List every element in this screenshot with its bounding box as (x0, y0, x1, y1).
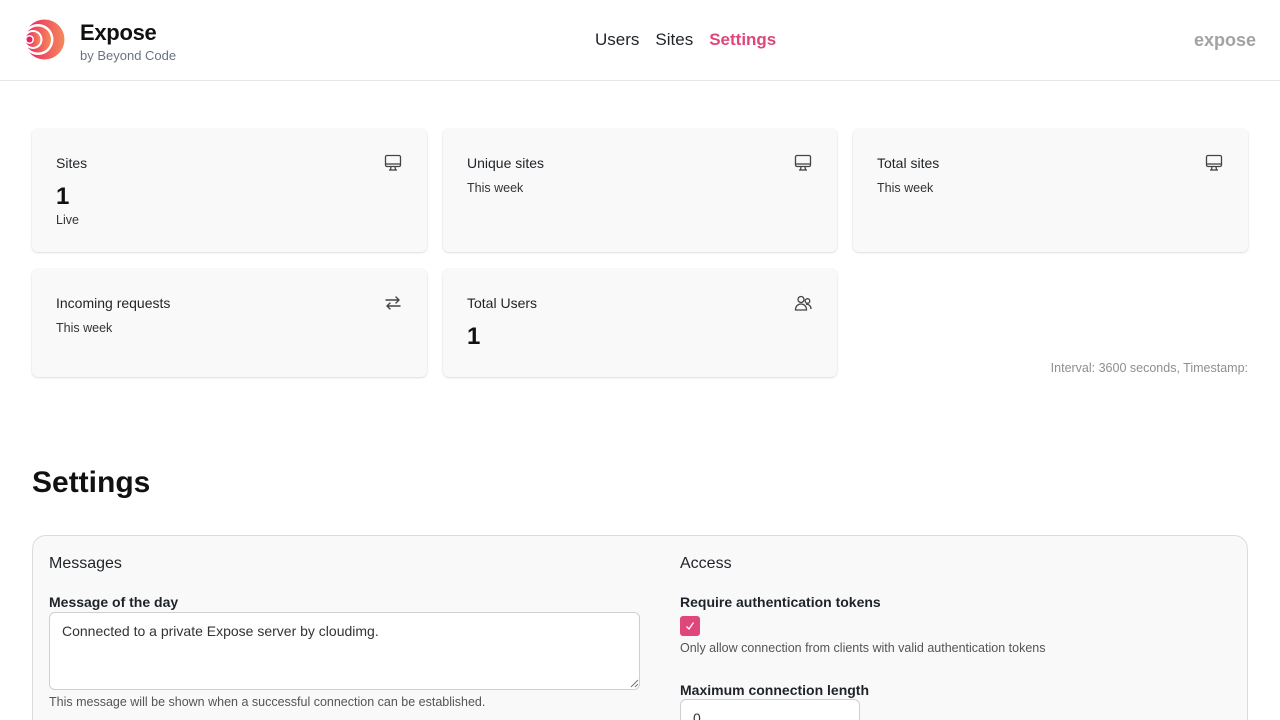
stat-card-total-sites: Total sites This week (853, 129, 1248, 252)
checkmark-icon (686, 622, 695, 631)
interval-timestamp-text: Interval: 3600 seconds, Timestamp: (1050, 361, 1248, 375)
arrows-exchange-icon (385, 296, 401, 310)
stat-title: Incoming requests (56, 295, 171, 311)
nav-users-link[interactable]: Users (595, 30, 639, 50)
stat-subtitle: This week (877, 181, 934, 195)
motd-help-text: This message will be shown when a succes… (49, 695, 486, 709)
expose-logo-icon[interactable] (24, 19, 65, 60)
nav-sites-link[interactable]: Sites (655, 30, 693, 50)
auth-tokens-help-text: Only allow connection from clients with … (680, 641, 1046, 655)
stat-card-total-users: Total Users 1 (443, 269, 837, 377)
brand-subtitle: by Beyond Code (80, 48, 177, 63)
max-connection-length-label: Maximum connection length (680, 682, 870, 698)
main-nav: Users Sites Settings (595, 30, 776, 50)
auth-tokens-checkbox[interactable] (680, 616, 700, 636)
page-title: Settings (32, 466, 151, 499)
access-section-title: Access (680, 555, 732, 572)
messages-section-title: Messages (49, 555, 122, 572)
top-header: Expose by Beyond Code Users Sites Settin… (0, 0, 1280, 81)
stat-card-unique-sites: Unique sites This week (443, 129, 837, 252)
settings-panel: Messages Message of the day Connected to… (32, 535, 1248, 720)
stat-value: 1 (467, 323, 481, 350)
stat-title: Unique sites (467, 155, 545, 171)
stat-card-sites: Sites 1 Live (32, 129, 427, 252)
monitor-icon (794, 154, 812, 171)
motd-label: Message of the day (49, 594, 179, 610)
stat-title: Total sites (877, 155, 940, 171)
stat-subtitle: This week (56, 321, 113, 335)
stat-subtitle: This week (467, 181, 524, 195)
stat-title: Total Users (467, 295, 538, 311)
brand-title: Expose (80, 20, 157, 45)
auth-tokens-label: Require authentication tokens (680, 594, 881, 610)
resize-handle-icon[interactable] (630, 679, 639, 688)
max-connection-length-input[interactable]: 0 (680, 699, 860, 720)
stat-value: 1 (56, 183, 70, 210)
stat-card-incoming-requests: Incoming requests This week (32, 269, 427, 377)
motd-textarea[interactable]: Connected to a private Expose server by … (49, 612, 640, 690)
users-icon (794, 295, 812, 311)
stat-title: Sites (56, 155, 88, 171)
monitor-icon (384, 154, 402, 171)
nav-settings-link[interactable]: Settings (709, 30, 776, 50)
monitor-icon (1205, 154, 1223, 171)
stat-subtitle: Live (56, 213, 79, 227)
expose-wordmark[interactable]: expose (1194, 30, 1256, 51)
